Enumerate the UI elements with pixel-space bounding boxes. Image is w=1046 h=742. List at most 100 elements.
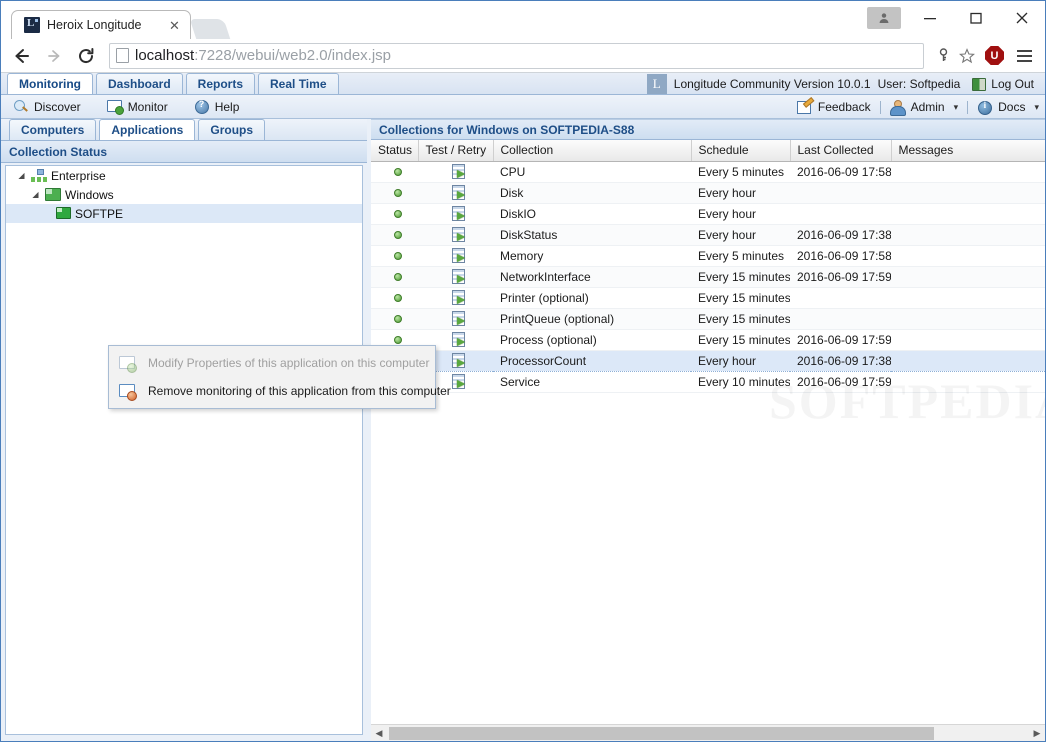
tab-groups[interactable]: Groups xyxy=(198,119,266,140)
cell-test-retry[interactable] xyxy=(418,287,493,309)
test-retry-icon[interactable] xyxy=(451,374,467,390)
forward-button[interactable] xyxy=(39,42,69,70)
cell-collection: DiskStatus xyxy=(493,224,691,246)
cell-messages xyxy=(891,371,1045,393)
minimize-button[interactable] xyxy=(907,3,953,33)
test-retry-icon[interactable] xyxy=(451,311,467,327)
table-row[interactable]: PrintQueue (optional) Every 15 minutes xyxy=(371,308,1045,330)
new-tab-button[interactable] xyxy=(189,19,231,39)
maximize-icon xyxy=(970,12,982,24)
cell-schedule: Every 5 minutes xyxy=(691,161,790,183)
cell-schedule: Every hour xyxy=(691,182,790,204)
scrollbar-thumb[interactable] xyxy=(389,726,934,740)
cell-status xyxy=(371,266,418,288)
scrollbar-track[interactable] xyxy=(387,725,1029,741)
table-row[interactable]: NetworkInterface Every 15 minutes 2016-06-… xyxy=(371,266,1045,288)
test-retry-icon[interactable] xyxy=(451,164,467,180)
column-header-collection[interactable]: Collection xyxy=(493,140,692,162)
table-row[interactable]: CPU Every 5 minutes 2016-06-09 17:58 xyxy=(371,161,1045,183)
password-key-icon[interactable] xyxy=(932,45,954,67)
feedback-label: Feedback xyxy=(817,100,871,114)
cell-test-retry[interactable] xyxy=(418,161,493,183)
test-retry-icon[interactable] xyxy=(451,353,467,369)
tree-item-windows[interactable]: ◢ Windows xyxy=(6,185,362,204)
cell-test-retry[interactable] xyxy=(418,245,493,267)
test-retry-icon[interactable] xyxy=(451,185,467,201)
table-row[interactable]: Process (optional) Every 15 minutes 2016-0… xyxy=(371,329,1045,351)
help-icon xyxy=(194,99,209,114)
docs-menu[interactable]: Docs ▾ xyxy=(977,100,1039,115)
column-header-messages[interactable]: Messages xyxy=(891,140,1045,162)
tab-applications[interactable]: Applications xyxy=(99,119,196,140)
discover-button[interactable]: Discover xyxy=(1,99,95,114)
horizontal-scrollbar[interactable]: ◀ ▶ xyxy=(371,724,1045,741)
enterprise-icon xyxy=(31,168,47,183)
column-header-schedule[interactable]: Schedule xyxy=(691,140,791,162)
ublock-extension-icon[interactable]: U xyxy=(985,46,1004,65)
admin-menu[interactable]: Admin ▾ xyxy=(889,99,958,116)
column-header-last-collected[interactable]: Last Collected xyxy=(790,140,892,162)
back-button[interactable] xyxy=(7,42,37,70)
cell-schedule: Every 15 minutes xyxy=(691,329,790,351)
cell-test-retry[interactable] xyxy=(418,308,493,330)
close-tab-icon[interactable]: ✕ xyxy=(167,18,182,33)
tab-monitoring[interactable]: Monitoring xyxy=(7,73,93,94)
bookmark-star-icon[interactable] xyxy=(956,45,978,67)
cell-test-retry[interactable] xyxy=(418,266,493,288)
address-bar[interactable]: localhost:7228/webui/web2.0/index.jsp xyxy=(109,42,924,69)
scroll-left-arrow-icon[interactable]: ◀ xyxy=(371,728,387,739)
cell-schedule: Every 15 minutes xyxy=(691,308,790,330)
test-retry-icon[interactable] xyxy=(451,248,467,264)
test-retry-icon[interactable] xyxy=(451,269,467,285)
monitor-button[interactable]: Monitor xyxy=(95,99,182,115)
maximize-button[interactable] xyxy=(953,3,999,33)
cell-status xyxy=(371,245,418,267)
table-row[interactable]: ProcessorCount Every hour 2016-06-09 17:38 xyxy=(371,349,1045,372)
tab-real-time[interactable]: Real Time xyxy=(258,73,339,94)
url-path: :7228/webui/web2.0/index.jsp xyxy=(194,47,392,64)
help-button[interactable]: Help xyxy=(182,99,254,114)
logout-button[interactable]: Log Out xyxy=(967,76,1039,92)
table-row[interactable]: DiskStatus Every hour 2016-06-09 17:38 xyxy=(371,224,1045,246)
cell-schedule: Every 10 minutes xyxy=(691,371,790,393)
table-row[interactable]: Service Every 10 minutes 2016-06-09 17:59 xyxy=(371,371,1045,393)
product-logo-icon: L xyxy=(646,74,667,94)
status-ok-icon xyxy=(394,168,402,177)
scroll-right-arrow-icon[interactable]: ▶ xyxy=(1029,728,1045,739)
test-retry-icon[interactable] xyxy=(451,206,467,222)
cell-test-retry[interactable] xyxy=(418,224,493,246)
context-menu-item-remove-monitoring[interactable]: Remove monitoring of this application fr… xyxy=(109,377,451,405)
tree-item-softpedia-computer[interactable]: SOFTPE xyxy=(6,204,362,223)
cell-test-retry[interactable] xyxy=(418,203,493,225)
monitor-label: Monitor xyxy=(127,99,168,114)
context-menu-item-modify-properties[interactable]: Modify Properties of this application on… xyxy=(109,349,435,377)
table-row[interactable]: DiskIO Every hour xyxy=(371,203,1045,225)
cell-test-retry[interactable] xyxy=(418,182,493,204)
table-row[interactable]: Printer (optional) Every 15 minutes xyxy=(371,287,1045,309)
test-retry-icon[interactable] xyxy=(451,290,467,306)
collection-status-tree[interactable]: ◢ Enterprise ◢ Windows SOFTPE xyxy=(5,165,363,735)
tab-dashboard[interactable]: Dashboard xyxy=(95,73,183,94)
expand-collapse-icon[interactable]: ◢ xyxy=(30,190,41,199)
expand-collapse-icon[interactable]: ◢ xyxy=(16,171,27,180)
close-window-button[interactable] xyxy=(999,3,1045,33)
table-row[interactable]: Disk Every hour xyxy=(371,182,1045,204)
web-application: Monitoring Dashboard Reports Real Time L… xyxy=(1,73,1045,741)
browser-tab[interactable]: Heroix Longitude ✕ xyxy=(11,10,191,39)
cell-messages xyxy=(891,182,1045,204)
column-header-status[interactable]: Status xyxy=(371,140,419,162)
tab-computers[interactable]: Computers xyxy=(9,119,97,140)
test-retry-icon[interactable] xyxy=(451,227,467,243)
reload-button[interactable] xyxy=(71,42,101,70)
user-account-button[interactable] xyxy=(867,7,901,29)
table-row[interactable]: Memory Every 5 minutes 2016-06-09 17:58 xyxy=(371,245,1045,267)
context-menu[interactable]: Modify Properties of this application on… xyxy=(108,345,451,409)
tree-item-enterprise[interactable]: ◢ Enterprise xyxy=(6,166,362,185)
tab-reports[interactable]: Reports xyxy=(185,73,256,94)
discover-label: Discover xyxy=(34,99,81,114)
browser-menu-button[interactable] xyxy=(1011,49,1037,62)
column-header-test-retry[interactable]: Test / Retry xyxy=(418,140,494,162)
feedback-button[interactable]: Feedback xyxy=(796,100,871,115)
cell-last-collected: 2016-06-09 17:58 xyxy=(790,161,891,183)
test-retry-icon[interactable] xyxy=(451,332,467,348)
